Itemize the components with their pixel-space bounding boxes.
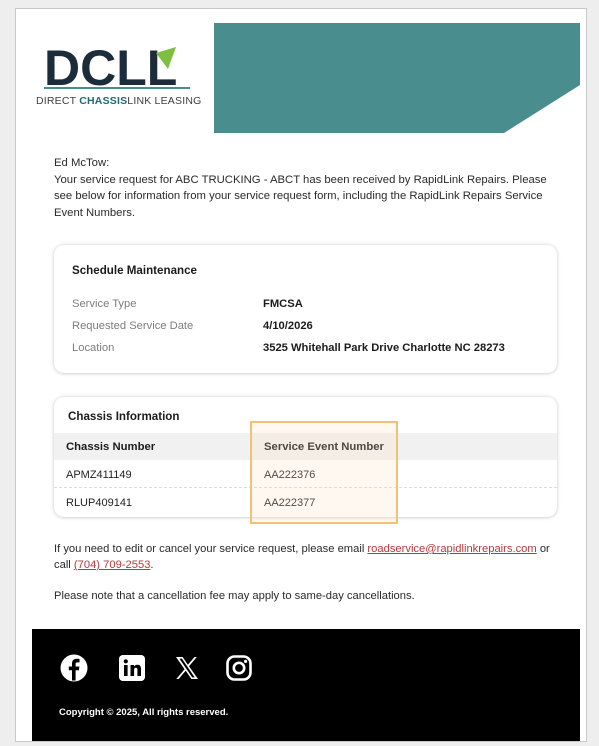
email-frame: DCLL DIRECT CHASSISLINK LEASING Ed McTow…	[15, 8, 587, 742]
dcll-wordmark: DCLL	[44, 43, 177, 91]
chassis-information-title: Chassis Information	[68, 410, 180, 423]
greeting: Ed McTow:	[54, 157, 110, 169]
x-icon[interactable]	[172, 653, 202, 683]
copyright-text: Copyright © 2025, All rights reserved.	[59, 707, 229, 718]
email-body: DCLL DIRECT CHASSISLINK LEASING Ed McTow…	[32, 23, 580, 741]
contact-prefix: If you need to edit or cancel your servi…	[54, 543, 368, 555]
dcll-logo-mark: DCLL	[44, 43, 190, 91]
email-footer: Copyright © 2025, All rights reserved.	[32, 629, 580, 741]
linkedin-icon[interactable]	[117, 653, 147, 683]
chassis-number-header: Chassis Number	[66, 441, 156, 453]
service-type-label: Service Type	[72, 298, 137, 310]
service-event-highlight-box	[250, 421, 398, 524]
cancellation-note: Please note that a cancellation fee may …	[54, 590, 415, 602]
schedule-maintenance-title: Schedule Maintenance	[72, 264, 197, 277]
support-email-link[interactable]: roadservice@rapidlinkrepairs.com	[367, 543, 536, 555]
header-teal-banner	[214, 23, 580, 133]
logo-tagline-prefix: DIRECT	[36, 95, 80, 107]
requested-date-value: 4/10/2026	[263, 320, 313, 332]
intro-text: Ed McTow: Your service request for ABC T…	[54, 155, 554, 221]
chassis-number-cell: RLUP409141	[66, 497, 133, 509]
logo-tagline-bold: CHASSIS	[79, 95, 128, 107]
facebook-icon[interactable]	[59, 653, 89, 683]
dcll-logo: DCLL DIRECT CHASSISLINK LEASING	[32, 43, 212, 118]
chassis-number-cell: APMZ411149	[66, 469, 132, 481]
location-label: Location	[72, 342, 115, 354]
contact-text: If you need to edit or cancel your servi…	[54, 541, 564, 573]
instagram-icon[interactable]	[224, 653, 254, 683]
contact-suffix: .	[150, 559, 154, 571]
email-header: DCLL DIRECT CHASSISLINK LEASING	[32, 23, 580, 133]
logo-tagline: DIRECT CHASSISLINK LEASING	[36, 95, 201, 107]
support-phone-link[interactable]: (704) 709-2553	[74, 559, 151, 571]
intro-paragraph: Your service request for ABC TRUCKING - …	[54, 173, 547, 219]
logo-tagline-suffix: LINK LEASING	[127, 95, 202, 107]
location-value: 3525 Whitehall Park Drive Charlotte NC 2…	[263, 342, 505, 354]
service-type-value: FMCSA	[263, 298, 303, 310]
requested-date-label: Requested Service Date	[72, 320, 194, 332]
logo-underline	[44, 87, 190, 89]
schedule-maintenance-card: Schedule Maintenance Service Type FMCSA …	[54, 245, 557, 373]
